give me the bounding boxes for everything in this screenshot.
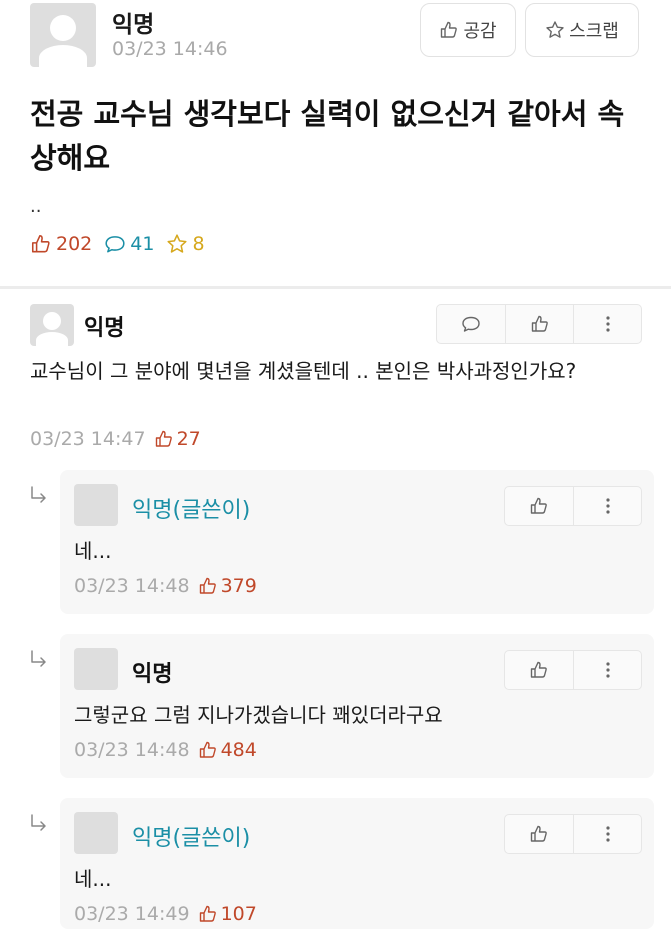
reply-actions: [504, 650, 642, 690]
more-button[interactable]: [573, 487, 641, 525]
reply-like-count: 484: [198, 739, 257, 761]
star-icon: [167, 234, 188, 253]
reply-author: 익명(글쓴이): [132, 498, 251, 523]
like-button[interactable]: [505, 815, 573, 853]
article-date: 03/23 14:46: [112, 38, 228, 60]
reply-actions: [504, 486, 642, 526]
more-vertical-icon: [605, 498, 610, 514]
reply-text: 네...: [74, 867, 112, 891]
more-button[interactable]: [573, 651, 641, 689]
article: 익명 03/23 14:46 공감 스크랩 전공 교수님 생각보다 실력이 없으…: [0, 0, 671, 282]
reply: 익명 그렇군요 그럼 지나가겠습니다 꽤있더라구요 03/23 14:48 48…: [60, 634, 654, 778]
reply: 익명(글쓴이) 네... 03/23 14:49 107: [60, 798, 654, 929]
like-button-label: 공감: [463, 21, 497, 42]
article-title: 전공 교수님 생각보다 실력이 없으신거 같아서 속상해요: [30, 97, 625, 175]
section-divider: [0, 286, 671, 289]
reply-date: 03/23 14:48: [74, 575, 190, 597]
like-count: 202: [30, 233, 92, 255]
scrap-button[interactable]: 스크랩: [525, 3, 639, 57]
reply-date: 03/23 14:48: [74, 739, 190, 761]
comment-meta: 03/23 14:47 27: [30, 428, 201, 450]
reply-arrow-icon: [31, 814, 46, 831]
reply-meta: 03/23 14:48 484: [74, 739, 257, 761]
star-icon: [546, 21, 564, 38]
scrap-button-label: 스크랩: [569, 21, 619, 42]
speech-bubble-icon: [462, 316, 480, 332]
comment-actions: [436, 304, 642, 344]
more-vertical-icon: [605, 662, 610, 678]
more-vertical-icon: [605, 826, 610, 842]
thumbs-up-icon: [199, 577, 216, 594]
more-vertical-icon: [605, 316, 610, 332]
author-avatar: [30, 3, 96, 67]
reply: 익명(글쓴이) 네... 03/23 14:48 379: [60, 470, 654, 614]
like-button[interactable]: 공감: [420, 3, 516, 57]
speech-bubble-icon: [105, 236, 125, 253]
article-author: 익명: [112, 12, 155, 38]
thumbs-up-icon: [531, 315, 548, 332]
reply-button[interactable]: [437, 305, 505, 343]
thumbs-up-icon: [530, 497, 547, 514]
comment-like-count: 27: [154, 428, 201, 450]
thumbs-up-icon: [31, 234, 50, 253]
reply-meta: 03/23 14:48 379: [74, 575, 257, 597]
thumbs-up-icon: [155, 430, 172, 447]
avatar: [74, 484, 118, 526]
reply-arrow-icon: [31, 486, 46, 503]
like-button[interactable]: [505, 305, 573, 343]
article-body: ..: [30, 196, 42, 217]
comment-author: 익명: [84, 316, 125, 341]
comment-text: 교수님이 그 분야에 몇년을 계셨을텐데 .. 본인은 박사과정인가요?: [30, 359, 577, 383]
avatar: [74, 648, 118, 690]
thumbs-up-icon: [530, 661, 547, 678]
more-button[interactable]: [573, 305, 641, 343]
reply-actions: [504, 814, 642, 854]
reply-text: 네...: [74, 539, 112, 563]
thumbs-up-icon: [530, 825, 547, 842]
more-button[interactable]: [573, 815, 641, 853]
article-stats: 202 41 8: [30, 233, 217, 255]
reply-like-count: 107: [198, 903, 257, 925]
thumbs-up-icon: [199, 905, 216, 922]
scrap-count: 8: [166, 233, 205, 255]
avatar: [30, 304, 74, 346]
reply-author: 익명(글쓴이): [132, 826, 251, 851]
avatar: [74, 812, 118, 854]
thumbs-up-icon: [199, 741, 216, 758]
reply-author: 익명: [132, 662, 173, 687]
comment-date: 03/23 14:47: [30, 428, 146, 450]
reply-like-count: 379: [198, 575, 257, 597]
reply-text: 그렇군요 그럼 지나가겠습니다 꽤있더라구요: [74, 703, 443, 727]
comment: 익명 교수님이 그 분야에 몇년을 계셨을텐데 .. 본인은 박사과정인가요? …: [30, 304, 642, 454]
reply-arrow-icon: [31, 650, 46, 667]
reply-meta: 03/23 14:49 107: [74, 903, 257, 925]
thumbs-up-icon: [441, 21, 458, 38]
comment-count: 41: [104, 233, 154, 255]
like-button[interactable]: [505, 487, 573, 525]
reply-date: 03/23 14:49: [74, 903, 190, 925]
like-button[interactable]: [505, 651, 573, 689]
